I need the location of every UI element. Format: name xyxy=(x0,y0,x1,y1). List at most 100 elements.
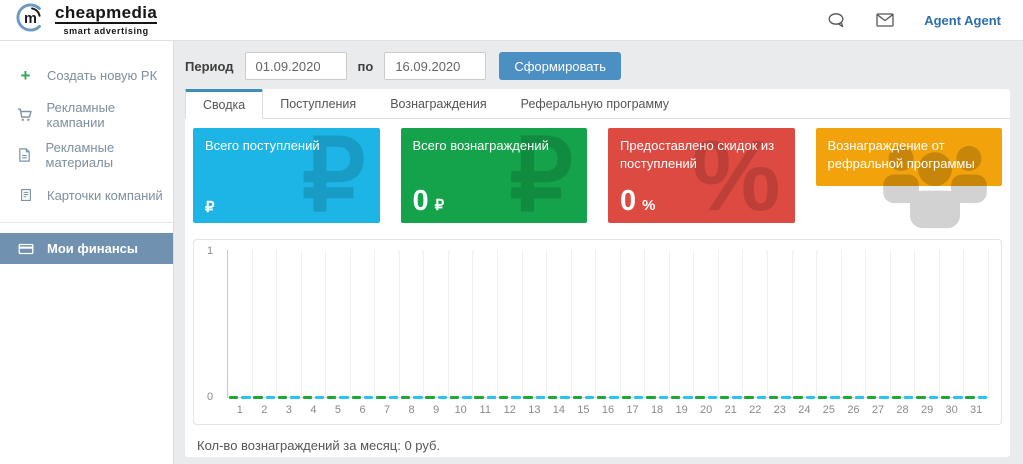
sidebar-item-label: Рекламные кампании xyxy=(46,100,173,130)
chart-day-group: 27 xyxy=(866,250,891,397)
stat-card-value-row: 0₽ xyxy=(413,187,445,216)
x-axis-label: 10 xyxy=(449,404,473,416)
chart-bar xyxy=(781,396,790,399)
stat-card-value: 0 xyxy=(620,187,636,216)
chat-icon[interactable] xyxy=(827,12,846,29)
period-to-input[interactable] xyxy=(384,52,486,80)
chart-bar xyxy=(585,396,594,399)
chart-day-group: 8 xyxy=(400,250,425,397)
sidebar-divider xyxy=(0,222,173,223)
chart-bar xyxy=(744,396,753,399)
tab-summary[interactable]: Сводка xyxy=(185,89,263,119)
tab-referral[interactable]: Реферальную программу xyxy=(504,89,686,118)
chart-bar xyxy=(401,396,410,399)
period-row: Период по Сформировать xyxy=(185,52,1010,80)
chart-bar xyxy=(352,396,361,399)
chart-plot: 1234567891011121314151617181920212223242… xyxy=(227,250,989,398)
period-to-label: по xyxy=(358,59,374,74)
chart-bar xyxy=(953,396,962,399)
chart-bar xyxy=(892,396,901,399)
chart-day-group: 18 xyxy=(645,250,670,397)
tab-rewards[interactable]: Вознаграждения xyxy=(373,89,503,118)
x-axis-label: 28 xyxy=(891,404,915,416)
chart-bar xyxy=(229,396,238,399)
sidebar-item-label: Карточки компаний xyxy=(47,188,163,203)
chart-bar xyxy=(978,396,987,399)
x-axis-label: 26 xyxy=(842,404,866,416)
chart-day-group: 17 xyxy=(621,250,646,397)
mail-icon[interactable] xyxy=(876,13,894,27)
chart-bar xyxy=(315,396,324,399)
chart-day-group: 26 xyxy=(842,250,867,397)
chart-bar xyxy=(757,396,766,399)
x-axis-label: 19 xyxy=(670,404,694,416)
chart-bar xyxy=(327,396,336,399)
chart-day-group: 12 xyxy=(498,250,523,397)
logo-tagline: smart advertising xyxy=(55,26,157,36)
chart-caption: Кол-во вознаграждений за месяц: 0 руб. xyxy=(185,425,1010,464)
rewards-chart: 1 0 123456789101112131415161718192021222… xyxy=(193,239,1002,425)
chart-bar xyxy=(438,396,447,399)
x-axis-label: 17 xyxy=(621,404,645,416)
chart-day-group: 13 xyxy=(523,250,548,397)
plus-icon: + xyxy=(17,67,34,84)
sidebar-item-company-cards[interactable]: Карточки компаний xyxy=(0,175,173,215)
app-header: m cheapmedia smart advertising Agent Age… xyxy=(0,0,1023,41)
x-axis-label: 4 xyxy=(302,404,326,416)
x-axis-label: 31 xyxy=(964,404,988,416)
content-panel: СводкаПоступленияВознагражденияРеферальн… xyxy=(185,89,1010,457)
sidebar-item-finances[interactable]: Мои финансы xyxy=(0,233,173,264)
chart-day-group: 28 xyxy=(891,250,916,397)
chart-bar xyxy=(573,396,582,399)
chart-bar xyxy=(523,396,532,399)
stat-card-value: 0 xyxy=(413,187,429,216)
chart-day-group: 24 xyxy=(793,250,818,397)
chart-bar xyxy=(389,396,398,399)
stat-card-unit: ₽ xyxy=(435,196,445,214)
chart-day-group: 3 xyxy=(277,250,302,397)
sidebar-item-create-campaign[interactable]: +Создать новую РК xyxy=(0,55,173,95)
x-axis-label: 29 xyxy=(915,404,939,416)
x-axis-label: 22 xyxy=(743,404,767,416)
x-axis-label: 5 xyxy=(326,404,350,416)
sidebar-item-materials[interactable]: Рекламные материалы xyxy=(0,135,173,175)
period-from-input[interactable] xyxy=(245,52,347,80)
chart-bar xyxy=(487,396,496,399)
chart-bar xyxy=(425,396,434,399)
stat-card-value-row: ₽ xyxy=(205,198,215,216)
stat-card-title: Всего вознаграждений xyxy=(413,137,576,155)
chart-bar xyxy=(376,396,385,399)
chart-bar xyxy=(916,396,925,399)
chart-bar xyxy=(548,396,557,399)
chart-day-group: 4 xyxy=(302,250,327,397)
sidebar-item-campaigns[interactable]: Рекламные кампании xyxy=(0,95,173,135)
chart-bar xyxy=(303,396,312,399)
chart-day-group: 11 xyxy=(473,250,498,397)
stat-card-total-rewards: Всего вознаграждений 0₽₽ xyxy=(401,128,588,223)
chart-bar xyxy=(634,396,643,399)
chart-bar xyxy=(290,396,299,399)
x-axis-label: 3 xyxy=(277,404,301,416)
x-axis-label: 25 xyxy=(817,404,841,416)
x-axis-label: 1 xyxy=(228,404,252,416)
chart-day-group: 20 xyxy=(694,250,719,397)
user-menu-link[interactable]: Agent Agent xyxy=(924,13,1001,28)
chart-day-group: 2 xyxy=(253,250,278,397)
chart-bar xyxy=(867,396,876,399)
chart-bar xyxy=(364,396,373,399)
chart-bar xyxy=(646,396,655,399)
chart-bar xyxy=(708,396,717,399)
chart-bar xyxy=(413,396,422,399)
chart-bar xyxy=(266,396,275,399)
sidebar-item-label: Мои финансы xyxy=(47,241,138,256)
x-axis-label: 18 xyxy=(645,404,669,416)
chart-day-group: 9 xyxy=(424,250,449,397)
logo[interactable]: m cheapmedia smart advertising xyxy=(15,2,157,38)
chart-bar xyxy=(879,396,888,399)
generate-report-button[interactable]: Сформировать xyxy=(499,52,621,80)
tab-bar: СводкаПоступленияВознагражденияРеферальн… xyxy=(185,89,1010,119)
chart-day-group: 14 xyxy=(547,250,572,397)
tab-incomes[interactable]: Поступления xyxy=(263,89,373,118)
chart-day-group: 1 xyxy=(228,250,253,397)
chart-bar xyxy=(830,396,839,399)
